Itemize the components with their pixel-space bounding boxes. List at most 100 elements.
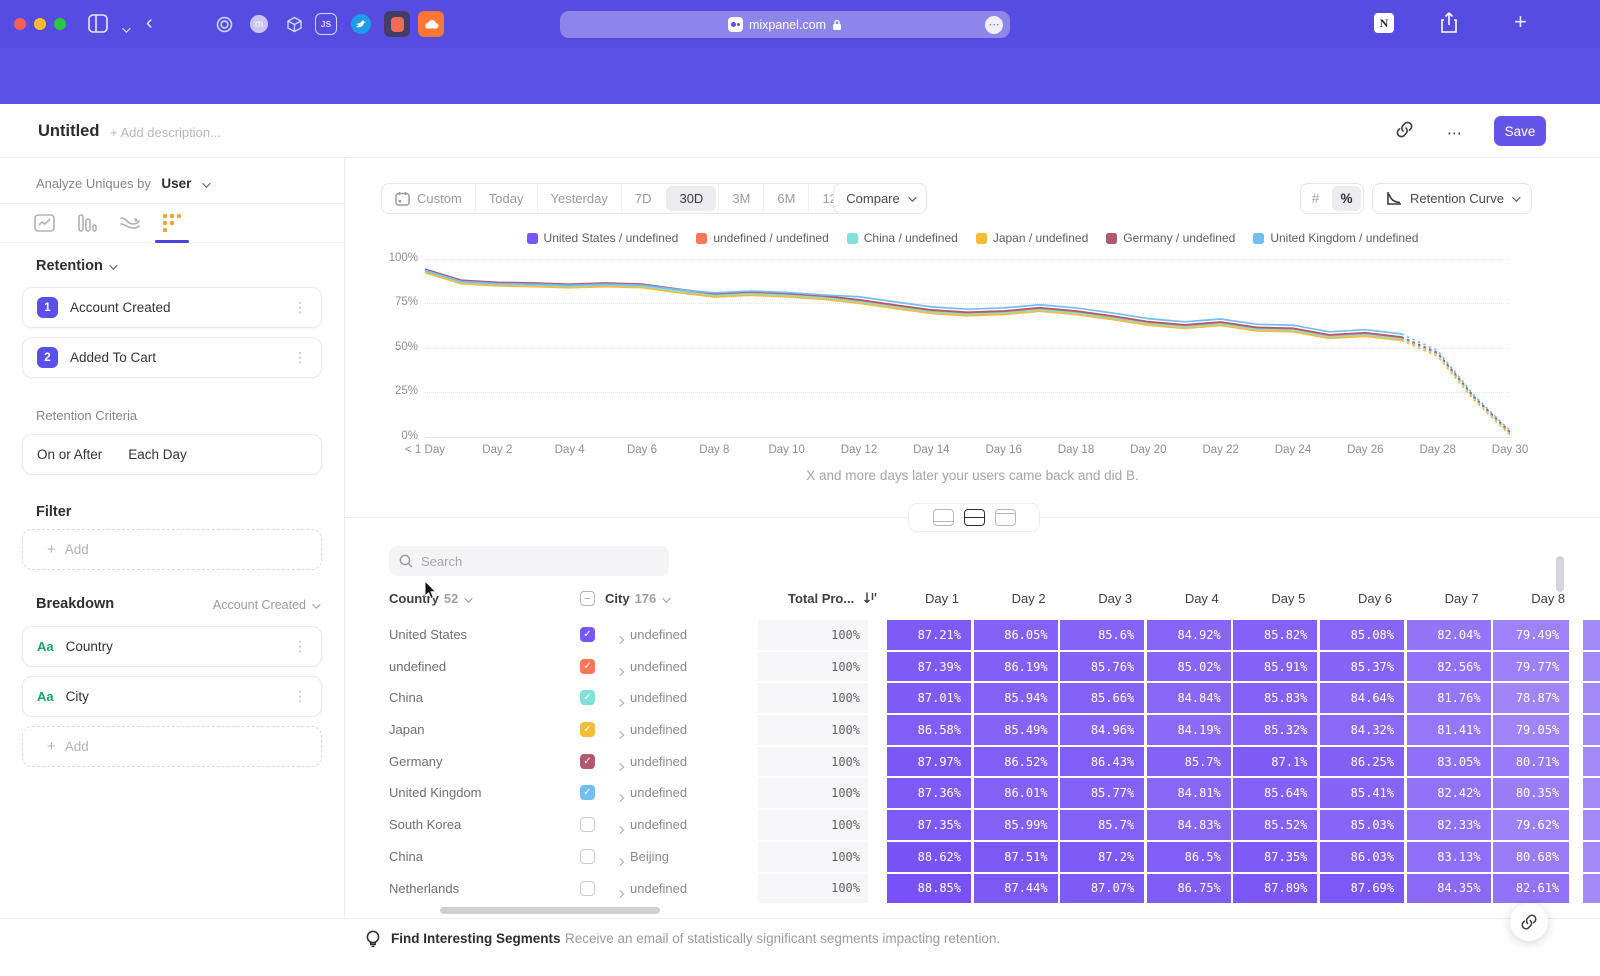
legend-item[interactable]: United Kingdom / undefined xyxy=(1253,231,1418,245)
retention-curve-chart[interactable] xyxy=(425,255,1510,440)
cell-day-value[interactable]: 82.04% xyxy=(1407,620,1491,650)
column-city[interactable]: City176 xyxy=(605,591,668,606)
select-all-checkbox-indeterminate[interactable]: – xyxy=(580,591,595,606)
tab-retention-active[interactable] xyxy=(162,213,182,233)
cell-day-value[interactable]: 85.32% xyxy=(1233,715,1317,745)
event-menu-icon[interactable]: ⋮ xyxy=(293,299,307,316)
table-row[interactable]: Netherlandsundefined100%88.85%87.44%87.0… xyxy=(0,874,1600,904)
cube-favicon[interactable] xyxy=(282,12,306,36)
cell-day-value[interactable]: 84.96% xyxy=(1060,715,1144,745)
notion-icon[interactable]: N xyxy=(1374,13,1394,33)
cell-day-value[interactable]: 82.61% xyxy=(1493,874,1569,904)
back-icon[interactable]: ‹ xyxy=(146,12,153,35)
expand-chevron-icon[interactable] xyxy=(611,662,623,680)
cell-day-value[interactable]: 87.21% xyxy=(887,620,971,650)
table-row[interactable]: undefined✓undefined100%87.39%86.19%85.76… xyxy=(0,652,1600,682)
share-link-fab[interactable] xyxy=(1510,903,1548,941)
cell-day-value[interactable]: 81.41% xyxy=(1407,715,1491,745)
table-row[interactable]: United States✓undefined100%87.21%86.05%8… xyxy=(0,620,1600,650)
cell-day-value[interactable]: 85.91% xyxy=(1233,652,1317,682)
criteria-each-day[interactable]: Each Day xyxy=(128,447,187,462)
cell-day-value[interactable]: 85.41% xyxy=(1320,778,1404,808)
column-day[interactable]: Day 7 xyxy=(1445,591,1479,606)
cell-day-value[interactable]: 85.03% xyxy=(1320,810,1404,840)
cell-day-value[interactable]: 85.7% xyxy=(1147,747,1231,777)
cell-day-value[interactable]: 87.07% xyxy=(1060,874,1144,904)
cell-day-value[interactable]: 87.39% xyxy=(887,652,971,682)
cell-day-value[interactable]: 80.35% xyxy=(1493,778,1569,808)
column-day[interactable]: Day 4 xyxy=(1185,591,1219,606)
cell-day-value[interactable]: 86.43% xyxy=(1060,747,1144,777)
cell-day-value[interactable]: 84.19% xyxy=(1147,715,1231,745)
cell-day-value[interactable]: 82.42% xyxy=(1407,778,1491,808)
layout-chart-only-icon[interactable] xyxy=(933,509,954,526)
bird-favicon[interactable] xyxy=(349,12,373,36)
cell-day-value[interactable]: 84.83% xyxy=(1147,810,1231,840)
range-30d-active[interactable]: 30D xyxy=(666,186,716,211)
legend-item[interactable]: Japan / undefined xyxy=(976,231,1088,245)
sidebar-toggle-icon[interactable] xyxy=(88,14,108,33)
cell-day-value[interactable]: 85.94% xyxy=(974,683,1058,713)
cell-day-value[interactable]: 85.82% xyxy=(1233,620,1317,650)
chevron-down-icon[interactable] xyxy=(116,20,128,38)
cell-day-value[interactable]: 82.33% xyxy=(1407,810,1491,840)
cell-day-value[interactable]: 87.36% xyxy=(887,778,971,808)
cell-day-value[interactable]: 80.71% xyxy=(1493,747,1569,777)
column-day[interactable]: Day 5 xyxy=(1271,591,1305,606)
row-checkbox-checked[interactable]: ✓ xyxy=(580,659,595,674)
range-6m[interactable]: 6M xyxy=(763,184,808,213)
cell-day-value[interactable]: 84.35% xyxy=(1407,874,1491,904)
cell-day-value[interactable]: 87.1% xyxy=(1233,747,1317,777)
expand-chevron-icon[interactable] xyxy=(611,788,623,806)
column-day[interactable]: Day 3 xyxy=(1098,591,1132,606)
cell-day-value[interactable]: 87.2% xyxy=(1060,842,1144,872)
cell-day-value[interactable]: 85.08% xyxy=(1320,620,1404,650)
add-description[interactable]: + Add description... xyxy=(110,125,221,140)
row-checkbox[interactable] xyxy=(580,881,595,896)
format-percent-active[interactable]: % xyxy=(1332,186,1361,211)
vertical-scrollbar[interactable] xyxy=(1556,556,1564,592)
cell-day-value[interactable]: 85.02% xyxy=(1147,652,1231,682)
column-day[interactable]: Day 6 xyxy=(1358,591,1392,606)
cell-day-value[interactable]: 86.19% xyxy=(974,652,1058,682)
range-today[interactable]: Today xyxy=(475,184,537,213)
cell-day-value[interactable]: 86.05% xyxy=(974,620,1058,650)
analyze-uniques-row[interactable]: Analyze Uniques by User xyxy=(36,175,208,193)
analyze-value[interactable]: User xyxy=(161,176,191,191)
cell-day-value[interactable]: 85.99% xyxy=(974,810,1058,840)
table-row[interactable]: ChinaBeijing100%88.62%87.51%87.2%86.5%87… xyxy=(0,842,1600,872)
cell-day-value[interactable]: 86.58% xyxy=(887,715,971,745)
criteria-on-or-after[interactable]: On or After xyxy=(37,447,102,462)
table-row[interactable]: South Koreaundefined100%87.35%85.99%85.7… xyxy=(0,810,1600,840)
cell-day-value[interactable]: 87.69% xyxy=(1320,874,1404,904)
tab-funnels[interactable] xyxy=(77,213,97,233)
cell-day-value[interactable]: 81.76% xyxy=(1407,683,1491,713)
column-day[interactable]: Day 2 xyxy=(1012,591,1046,606)
expand-chevron-icon[interactable] xyxy=(611,884,623,902)
share-icon[interactable] xyxy=(1440,12,1458,34)
cell-day-value[interactable]: 85.83% xyxy=(1233,683,1317,713)
copy-link-icon[interactable] xyxy=(1395,120,1414,139)
cell-day-value[interactable]: 80.68% xyxy=(1493,842,1569,872)
table-search-input[interactable]: Search xyxy=(389,546,669,576)
layout-table-only-icon[interactable] xyxy=(995,509,1016,526)
cell-day-value[interactable]: 86.25% xyxy=(1320,747,1404,777)
cell-day-value[interactable]: 88.62% xyxy=(887,842,971,872)
event-menu-icon[interactable]: ⋮ xyxy=(293,349,307,366)
retention-section-header[interactable]: Retention xyxy=(36,258,115,274)
range-custom[interactable]: Custom xyxy=(382,184,475,213)
column-day[interactable]: Day 1 xyxy=(925,591,959,606)
cell-day-value[interactable]: 79.77% xyxy=(1493,652,1569,682)
cell-day-value[interactable]: 85.77% xyxy=(1060,778,1144,808)
compare-button[interactable]: Compare xyxy=(833,183,927,214)
criteria-card[interactable]: On or After Each Day xyxy=(22,434,322,475)
cell-day-value[interactable]: 85.76% xyxy=(1060,652,1144,682)
legend-item[interactable]: undefined / undefined xyxy=(696,231,828,245)
js-favicon[interactable]: JS xyxy=(315,13,337,35)
layout-split-icon[interactable] xyxy=(964,509,985,526)
expand-chevron-icon[interactable] xyxy=(611,693,623,711)
legend-item[interactable]: China / undefined xyxy=(847,231,958,245)
table-row[interactable]: Germany✓undefined100%87.97%86.52%86.43%8… xyxy=(0,747,1600,777)
filter-add-button[interactable]: +Add xyxy=(22,529,322,570)
cell-day-value[interactable]: 87.89% xyxy=(1233,874,1317,904)
